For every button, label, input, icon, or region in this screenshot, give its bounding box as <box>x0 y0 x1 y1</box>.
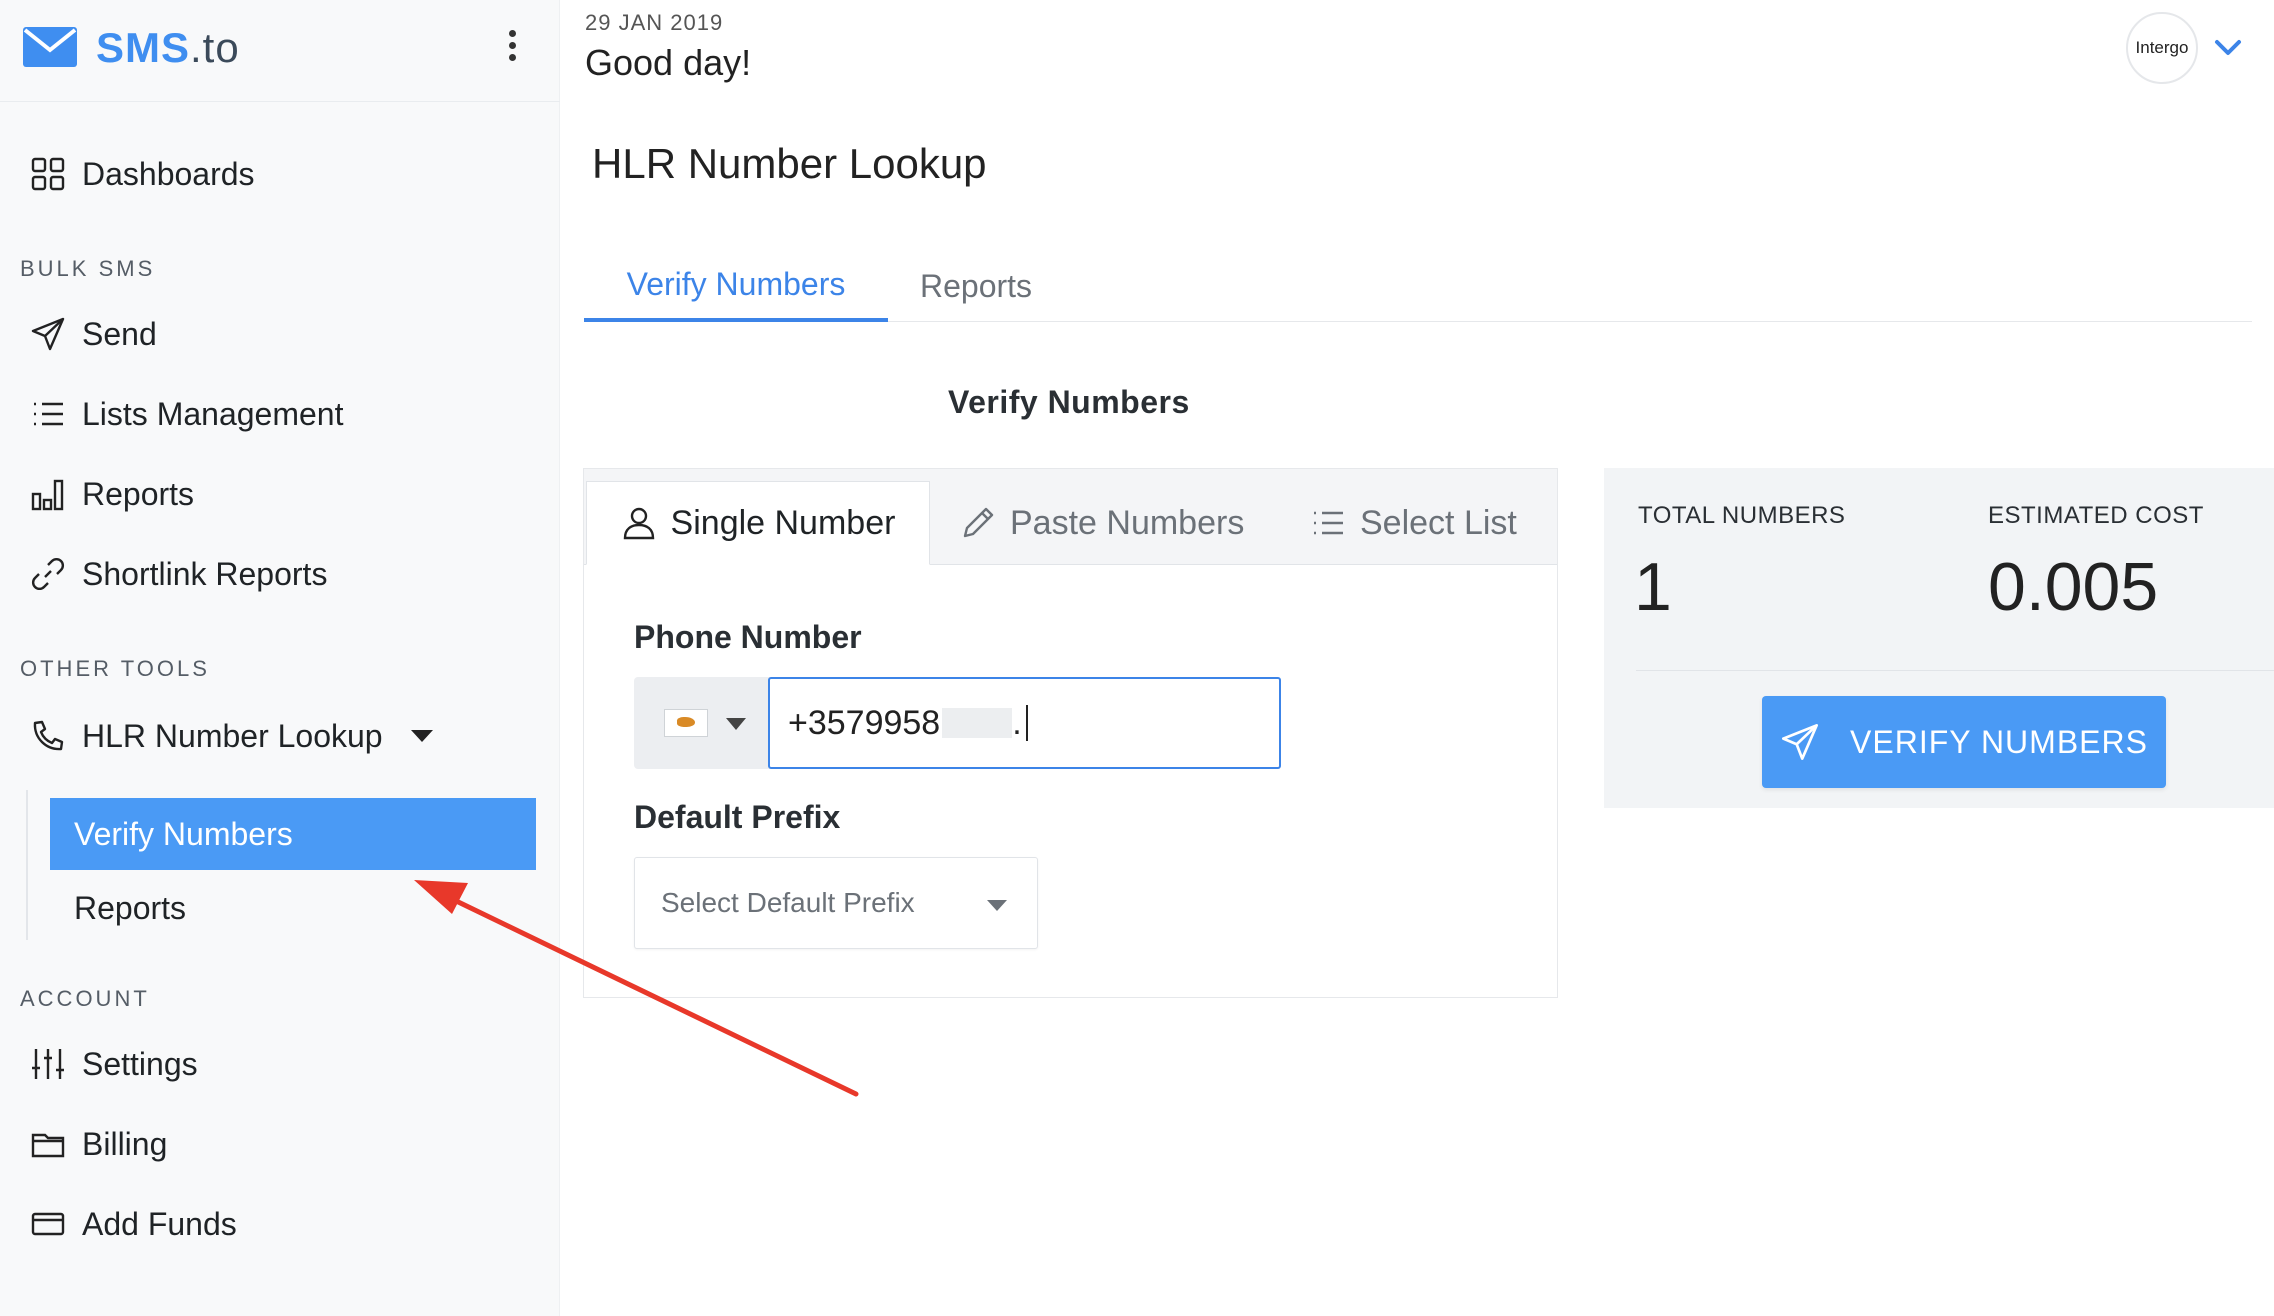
tab-label: Paste Numbers <box>1010 503 1245 542</box>
sidebar-item-shortlink-reports[interactable]: Shortlink Reports <box>30 546 327 602</box>
paper-plane-icon <box>1782 724 1819 760</box>
tab-paste-numbers[interactable]: Paste Numbers <box>960 481 1244 565</box>
sidebar-item-label: Billing <box>82 1125 168 1162</box>
sidebar-item-label: Add Funds <box>82 1205 237 1242</box>
page-title: HLR Number Lookup <box>592 140 987 187</box>
total-numbers-value: 1 <box>1634 549 1672 625</box>
button-label: VERIFY NUMBERS <box>1850 723 2148 760</box>
sidebar-item-label: Lists Management <box>82 395 344 432</box>
sidebar-item-label: Dashboards <box>82 155 255 192</box>
list-icon <box>1314 511 1343 535</box>
sidebar-item-hlr-lookup[interactable]: HLR Number Lookup <box>30 708 433 764</box>
redacted-digits <box>942 708 1013 738</box>
default-prefix-label: Default Prefix <box>634 799 841 835</box>
tab-verify-numbers[interactable]: Verify Numbers <box>584 250 888 322</box>
verify-numbers-button[interactable]: VERIFY NUMBERS <box>1762 696 2166 788</box>
phone-number-value: +3579958 <box>788 703 941 742</box>
total-numbers-label: TOTAL NUMBERS <box>1638 502 1846 529</box>
grid-icon <box>31 157 65 191</box>
brand-header: SMS.to <box>0 0 560 102</box>
sidebar-item-settings[interactable]: Settings <box>30 1036 198 1092</box>
phone-number-value-suffix: . <box>1012 703 1022 742</box>
sidebar-item-add-funds[interactable]: Add Funds <box>30 1196 237 1252</box>
phone-number-input[interactable]: +3579958. <box>768 677 1281 769</box>
tab-label: Single Number <box>670 503 896 542</box>
summary-panel: TOTAL NUMBERS 1 ESTIMATED COST 0.005 VER… <box>1604 468 2274 808</box>
paper-plane-icon <box>31 317 65 351</box>
text-cursor <box>1025 705 1028 741</box>
sidebar-item-label: Settings <box>82 1045 198 1082</box>
chevron-down-icon <box>987 900 1007 911</box>
sidebar-subitem-verify-numbers[interactable]: Verify Numbers <box>50 798 536 870</box>
sidebar-item-label: Shortlink Reports <box>82 555 328 592</box>
tab-single-number[interactable]: Single Number <box>586 481 930 565</box>
sidebar-item-reports[interactable]: Reports <box>30 466 194 522</box>
tab-select-list[interactable]: Select List <box>1310 481 1517 565</box>
chevron-down-icon <box>726 718 746 730</box>
chevron-down-icon[interactable] <box>2214 38 2242 58</box>
estimated-cost-value: 0.005 <box>1988 549 2159 625</box>
sliders-icon <box>32 1049 64 1079</box>
sidebar-item-label: Reports <box>82 475 195 512</box>
section-bulk-sms: BULK SMS <box>20 256 156 281</box>
link-icon <box>32 558 64 590</box>
estimated-cost-label: ESTIMATED COST <box>1988 502 2204 529</box>
phone-icon <box>33 720 64 751</box>
select-placeholder: Select Default Prefix <box>661 887 915 918</box>
input-mode-tabs: Single Number Paste Numbers Select List <box>584 469 1557 565</box>
divider <box>1636 670 2274 671</box>
verify-form-card: Single Number Paste Numbers Select List … <box>583 468 1558 998</box>
sidebar-subitem-reports[interactable]: Reports <box>74 880 186 936</box>
section-account: ACCOUNT <box>20 986 150 1011</box>
greeting-text: Good day! <box>585 42 752 83</box>
sidebar-item-lists[interactable]: Lists Management <box>30 386 343 442</box>
envelope-logo-icon <box>23 27 77 67</box>
bar-chart-icon <box>31 479 64 511</box>
credit-card-icon <box>31 1212 65 1236</box>
sidebar-item-billing[interactable]: Billing <box>30 1116 167 1172</box>
subnav-rail <box>26 790 28 940</box>
tab-reports[interactable]: Reports <box>920 250 1032 322</box>
default-prefix-select[interactable]: Select Default Prefix <box>634 857 1038 949</box>
sidebar-item-label: Send <box>82 315 157 352</box>
cyprus-flag-icon <box>664 709 708 737</box>
chevron-down-icon[interactable] <box>410 730 433 742</box>
sidebar-item-label: HLR Number Lookup <box>82 717 383 754</box>
page-tabs: Verify Numbers Reports <box>584 250 2252 322</box>
tab-label: Select List <box>1360 503 1517 542</box>
sidebar-item-send[interactable]: Send <box>30 306 157 362</box>
sidebar: SMS.to Dashboards BULK SMS Send Lists Ma… <box>0 0 560 1316</box>
user-avatar[interactable]: Intergo <box>2126 12 2198 84</box>
sidebar-item-dashboards[interactable]: Dashboards <box>30 146 255 202</box>
kebab-menu-icon[interactable] <box>498 30 526 70</box>
pencil-icon <box>963 507 994 538</box>
user-icon <box>623 507 654 540</box>
section-heading: Verify Numbers <box>948 384 1190 420</box>
avatar-label: Intergo <box>2135 38 2189 57</box>
section-other-tools: OTHER TOOLS <box>20 656 210 681</box>
country-selector[interactable] <box>634 677 770 769</box>
phone-number-label: Phone Number <box>634 619 862 655</box>
list-icon <box>34 402 63 426</box>
folder-icon <box>31 1133 65 1158</box>
current-date: 29 JAN 2019 <box>585 10 724 35</box>
brand-logo[interactable]: SMS.to <box>96 24 240 72</box>
